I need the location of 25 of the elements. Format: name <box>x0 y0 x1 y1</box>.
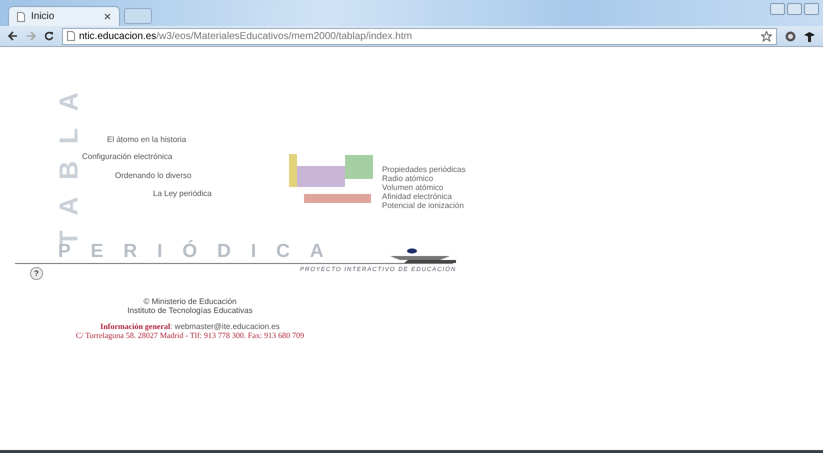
back-icon[interactable] <box>8 31 18 41</box>
property-link[interactable]: Afinidad electrónica <box>382 192 466 201</box>
help-button[interactable]: ? <box>30 267 43 280</box>
url-text: ntic.educacion.es/w3/eos/MaterialesEducativos/mem2000/tablap/index.htm <box>79 30 413 42</box>
postal-address: C/ Torrelaguna 58. 28027 Madrid - Tlf: 913 778 300. Fax: 913 680 709 <box>76 331 304 341</box>
address-field[interactable]: ntic.educacion.es/w3/eos/MaterialesEducativos/mem2000/tablap/index.htm <box>62 28 777 44</box>
star-icon[interactable] <box>761 30 772 42</box>
page-icon <box>17 12 25 22</box>
property-link[interactable]: Volumen atómico <box>382 183 466 192</box>
menu-link[interactable]: La Ley periódica <box>153 189 212 198</box>
extension-icon[interactable] <box>804 30 815 42</box>
close-icon[interactable] <box>104 13 111 20</box>
credit-text: © Ministerio de Educación <box>143 297 237 306</box>
browser-tab[interactable]: Inicio <box>8 6 120 26</box>
reload-icon[interactable] <box>44 31 54 41</box>
menu-link[interactable]: Ordenando lo diverso <box>115 171 192 180</box>
credit-text: Instituto de Tecnologías Educativas <box>127 306 253 315</box>
menu-link[interactable]: Configuración electrónica <box>82 152 172 161</box>
extension-icon[interactable] <box>785 30 796 42</box>
property-link[interactable]: Potencial de ionización <box>382 201 466 210</box>
menu-link[interactable]: El átomo en la historia <box>107 135 186 144</box>
page-icon <box>67 31 75 41</box>
property-link[interactable]: Radio atómico <box>382 174 466 183</box>
contact-info: Información general: webmaster@ite.educacion.es <box>100 322 280 331</box>
property-link[interactable]: Propiedades periódicas <box>382 165 466 174</box>
